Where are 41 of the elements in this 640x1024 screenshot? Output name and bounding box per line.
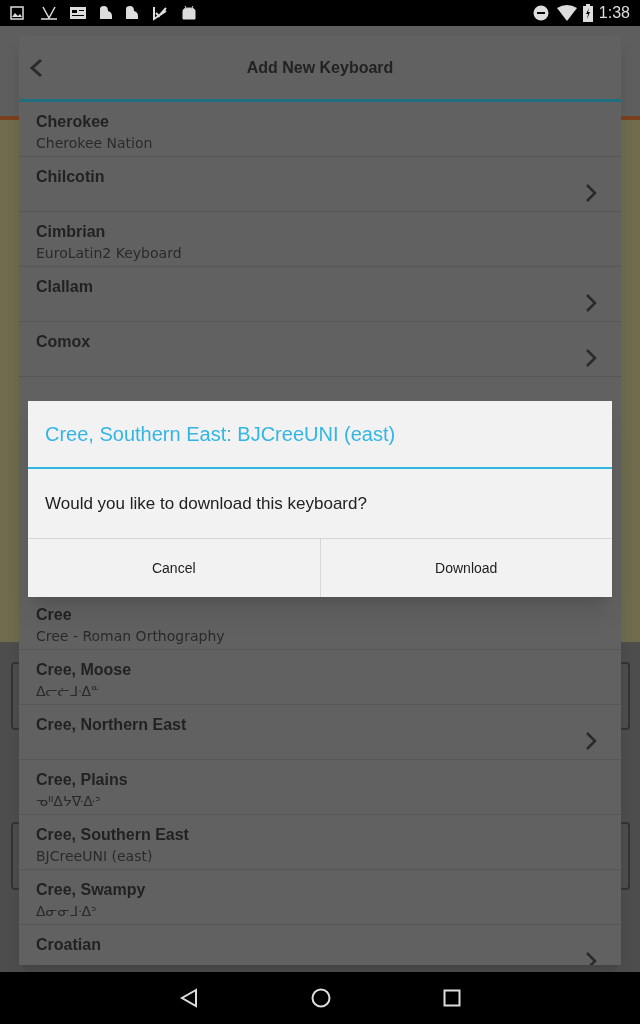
keyboard-name: Cree: [36, 605, 73, 625]
checkmark-icon: [152, 5, 168, 21]
dialog-title: Cree, Southern East: BJCreeUNI (east): [45, 422, 396, 447]
back-icon[interactable]: [179, 988, 199, 1008]
keyboard-subtitle: ᓀᐦᐃᔭᐍᐏᐣ: [36, 792, 102, 811]
dialog-button[interactable]: Cancel: [28, 539, 320, 597]
piano-icon: [98, 5, 114, 21]
screen-title: Add New Keyboard: [246, 57, 394, 78]
keyboard-subtitle: ᐃᓕᓖᒧᐧᐃᓐ: [36, 682, 101, 701]
recent-apps-icon[interactable]: [443, 989, 461, 1007]
keyboard-row[interactable]: Chilcotin: [19, 157, 621, 212]
keyboard-row[interactable]: Cree, Northern East: [19, 705, 621, 760]
keyboard-row[interactable]: Cree, Moose ᐃᓕᓖᒧᐧᐃᓐ: [19, 650, 621, 705]
dialog-button[interactable]: Download: [319, 539, 612, 597]
piano-icon: [124, 5, 140, 21]
keyboard-name: Cree, Swampy: [36, 880, 147, 900]
keyboard-subtitle: ᐃᓂᓂᒧᐧᐃᐣ: [36, 902, 98, 921]
clock-time: 1:38: [598, 3, 630, 23]
keyboard-name: Clallam: [36, 277, 94, 297]
keyboard-name: Cherokee: [36, 112, 110, 132]
hockey-stick-icon: [40, 6, 58, 20]
keyboard-name: Cree, Southern East: [36, 825, 190, 845]
keyboard-name: Cimbrian: [36, 222, 107, 242]
battery-icon: [582, 4, 593, 22]
keyboard-row[interactable]: Cree, Plains ᓀᐦᐃᔭᐍᐏᐣ: [19, 760, 621, 815]
keyboard-name: Cree, Northern East: [36, 715, 188, 735]
wifi-icon: [556, 5, 577, 21]
keyboard-row[interactable]: Comox: [19, 322, 621, 377]
keyboard-name: Comox: [36, 332, 92, 352]
keyboard-row[interactable]: Clallam: [19, 267, 621, 322]
keyboard-name: Chilcotin: [36, 167, 106, 187]
do-not-disturb-icon: [532, 5, 549, 21]
keyboard-name: Cree, Plains: [36, 770, 129, 790]
android-icon: [182, 5, 196, 21]
image-icon: [10, 6, 24, 20]
keyboard-name: Cree, Moose: [36, 660, 133, 680]
home-icon[interactable]: [311, 988, 331, 1008]
news-icon: [70, 6, 86, 20]
keyboard-name: Croatian: [36, 935, 102, 955]
keyboard-row[interactable]: Cree, Swampy ᐃᓂᓂᒧᐧᐃᐣ: [19, 870, 621, 925]
dialog-message: Would you like to download this keyboard?: [45, 492, 367, 515]
